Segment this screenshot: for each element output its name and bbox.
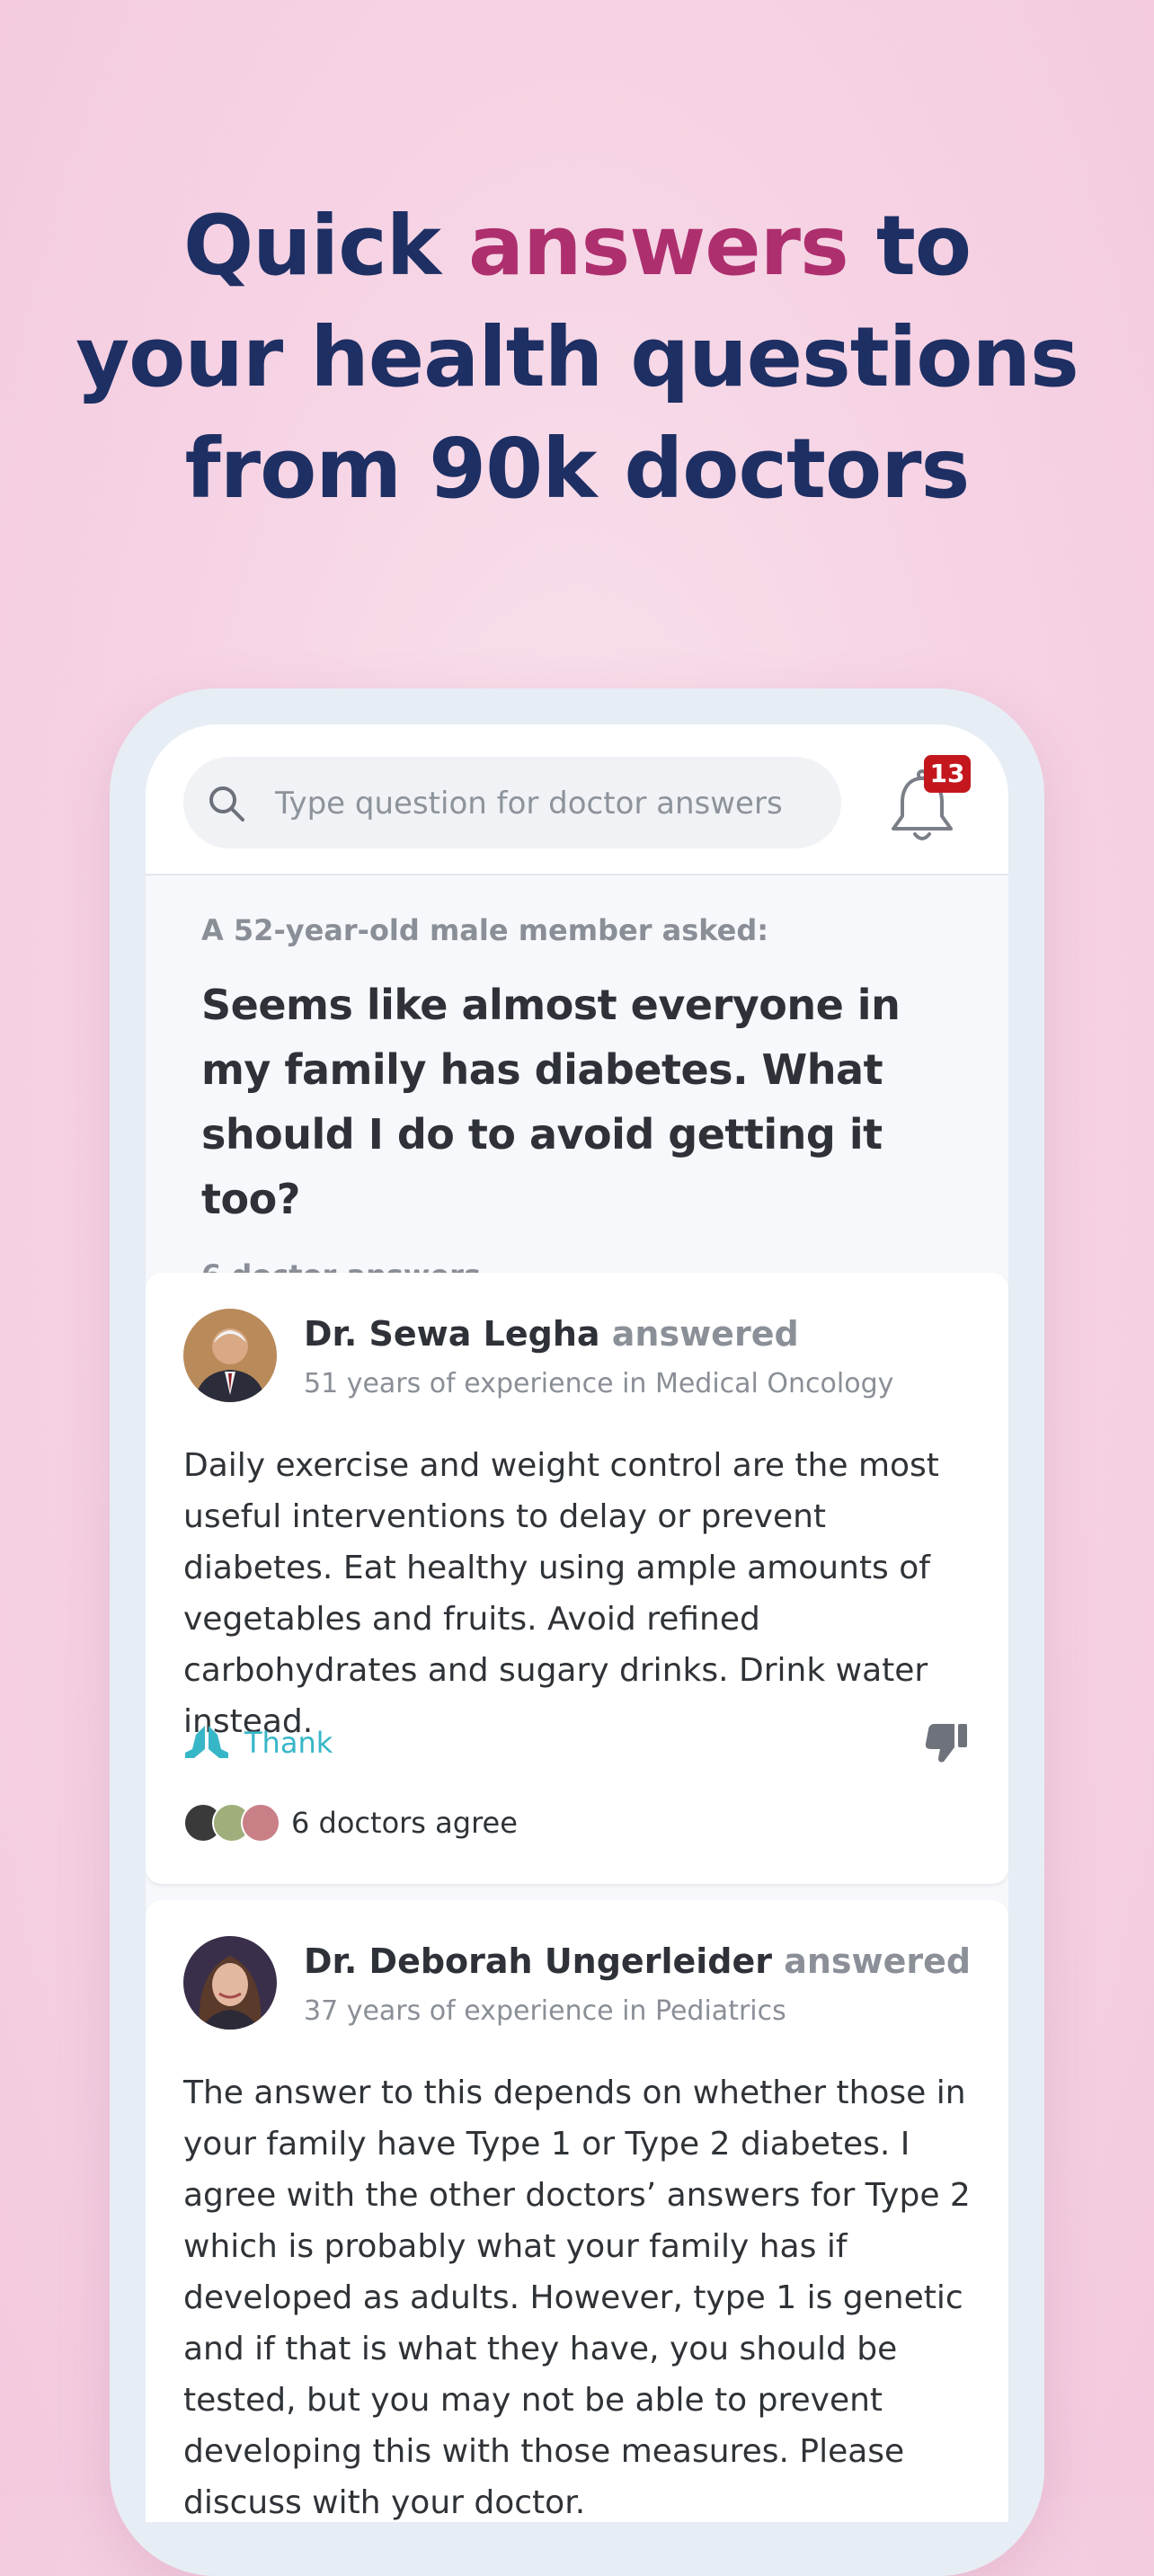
answer-card: Dr. Sewa Legha answered 51 years of expe… bbox=[146, 1273, 1008, 1884]
agree-count: 6 doctors agree bbox=[291, 1806, 518, 1840]
avatar bbox=[241, 1803, 280, 1843]
doctor-experience: 37 years of experience in Pediatrics bbox=[304, 1995, 786, 2027]
doctor-photo-icon bbox=[183, 1309, 277, 1402]
answer-card: Dr. Deborah Ungerleider answered 37 year… bbox=[146, 1900, 1008, 2522]
headline-line2: your health questions bbox=[75, 308, 1079, 405]
doctor-name[interactable]: Dr. Deborah Ungerleider answered bbox=[304, 1941, 971, 1981]
search-input[interactable] bbox=[273, 775, 825, 832]
answered-label: answered bbox=[611, 1314, 799, 1354]
avatar[interactable] bbox=[183, 1309, 277, 1402]
search-icon bbox=[209, 786, 244, 822]
agreeing-doctors-avatars bbox=[183, 1803, 280, 1843]
headline-line1-start: Quick bbox=[182, 197, 468, 294]
doctor-name-text: Dr. Sewa Legha bbox=[304, 1314, 600, 1354]
doctor-experience: 51 years of experience in Medical Oncolo… bbox=[304, 1368, 894, 1399]
question-block: A 52-year-old male member asked: Seems l… bbox=[201, 913, 974, 1292]
answer-body: Daily exercise and weight control are th… bbox=[183, 1447, 939, 1740]
thumbs-down-icon[interactable] bbox=[924, 1722, 969, 1763]
agree-row[interactable]: 6 doctors agree bbox=[183, 1803, 518, 1843]
top-bar: 13 bbox=[146, 724, 1008, 875]
headline-highlight: answers bbox=[467, 197, 849, 294]
thank-label: Thank bbox=[244, 1726, 333, 1760]
doctor-name[interactable]: Dr. Sewa Legha answered bbox=[304, 1314, 799, 1354]
avatar[interactable] bbox=[183, 1936, 277, 2030]
question-text: Seems like almost everyone in my family … bbox=[201, 981, 901, 1223]
answer-body: The answer to this depends on whether th… bbox=[183, 2074, 971, 2521]
praying-hands-icon bbox=[185, 1726, 228, 1758]
headline-line3: from 90k doctors bbox=[184, 420, 971, 517]
notification-badge: 13 bbox=[924, 755, 971, 793]
doctor-photo-icon bbox=[183, 1936, 277, 2030]
answered-label: answered bbox=[784, 1941, 972, 1981]
thank-button[interactable]: Thank bbox=[183, 1720, 333, 1765]
question-asker: A 52-year-old male member asked: bbox=[201, 913, 769, 947]
search-bar[interactable] bbox=[183, 757, 841, 848]
headline-line1-end: to bbox=[848, 197, 972, 294]
doctor-name-text: Dr. Deborah Ungerleider bbox=[304, 1941, 772, 1981]
headline: Quick answers to your health questions f… bbox=[0, 191, 1154, 525]
app-screen: 13 A 52-year-old male member asked: Seem… bbox=[146, 724, 1008, 2522]
